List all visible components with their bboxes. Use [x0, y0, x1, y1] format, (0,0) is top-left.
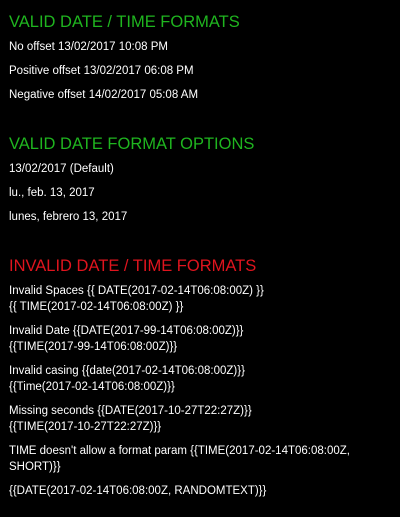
- invalid-spaces-item: Invalid Spaces {{ DATE(2017-02-14T06:08:…: [9, 283, 391, 315]
- invalid-item-line: {{DATE(2017-02-14T06:08:00Z, RANDOMTEXT)…: [9, 485, 267, 497]
- invalid-casing-item: Invalid casing {{date(2017-02-14T06:08:0…: [9, 363, 391, 395]
- format-options-section: VALID DATE FORMAT OPTIONS 13/02/2017 (De…: [9, 134, 391, 225]
- invalid-item-line: Missing seconds {{DATE(2017-10-27T22:27Z…: [9, 405, 252, 417]
- time-format-param-item: TIME doesn't allow a format param {{TIME…: [9, 443, 391, 475]
- invalid-item-line: {{TIME(2017-99-14T06:08:00Z)}}: [9, 341, 178, 353]
- valid-format-no-offset: No offset 13/02/2017 10:08 PM: [9, 41, 168, 53]
- page: VALID DATE / TIME FORMATS No offset 13/0…: [0, 0, 400, 517]
- invalid-formats-heading: INVALID DATE / TIME FORMATS: [9, 257, 257, 275]
- valid-format-positive-offset: Positive offset 13/02/2017 06:08 PM: [9, 65, 194, 77]
- invalid-date-item: Invalid Date {{DATE(2017-99-14T06:08:00Z…: [9, 323, 391, 355]
- valid-formats-section: VALID DATE / TIME FORMATS No offset 13/0…: [9, 12, 391, 103]
- invalid-item-line: {{ TIME(2017-02-14T06:08:00Z) }}: [9, 301, 184, 313]
- invalid-item-line: TIME doesn't allow a format param {{TIME…: [9, 445, 350, 457]
- format-option-default: 13/02/2017 (Default): [9, 163, 114, 175]
- valid-format-negative-offset: Negative offset 14/02/2017 05:08 AM: [9, 89, 199, 101]
- format-option-long: lunes, febrero 13, 2017: [9, 211, 128, 223]
- invalid-item-line: {{TIME(2017-10-27T22:27Z)}}: [9, 421, 162, 433]
- invalid-item-line: SHORT)}}: [9, 461, 61, 473]
- format-options-heading: VALID DATE FORMAT OPTIONS: [9, 135, 255, 153]
- invalid-formats-section: INVALID DATE / TIME FORMATS Invalid Spac…: [9, 256, 391, 499]
- invalid-item-line: Invalid Spaces {{ DATE(2017-02-14T06:08:…: [9, 285, 264, 297]
- invalid-item-line: Invalid Date {{DATE(2017-99-14T06:08:00Z…: [9, 325, 244, 337]
- format-option-short: lu., feb. 13, 2017: [9, 187, 95, 199]
- random-text-item: {{DATE(2017-02-14T06:08:00Z, RANDOMTEXT)…: [9, 483, 391, 499]
- missing-seconds-item: Missing seconds {{DATE(2017-10-27T22:27Z…: [9, 403, 391, 435]
- invalid-item-line: {{Time(2017-02-14T06:08:00Z)}}: [9, 381, 175, 393]
- valid-formats-heading: VALID DATE / TIME FORMATS: [9, 13, 240, 31]
- invalid-item-line: Invalid casing {{date(2017-02-14T06:08:0…: [9, 365, 245, 377]
